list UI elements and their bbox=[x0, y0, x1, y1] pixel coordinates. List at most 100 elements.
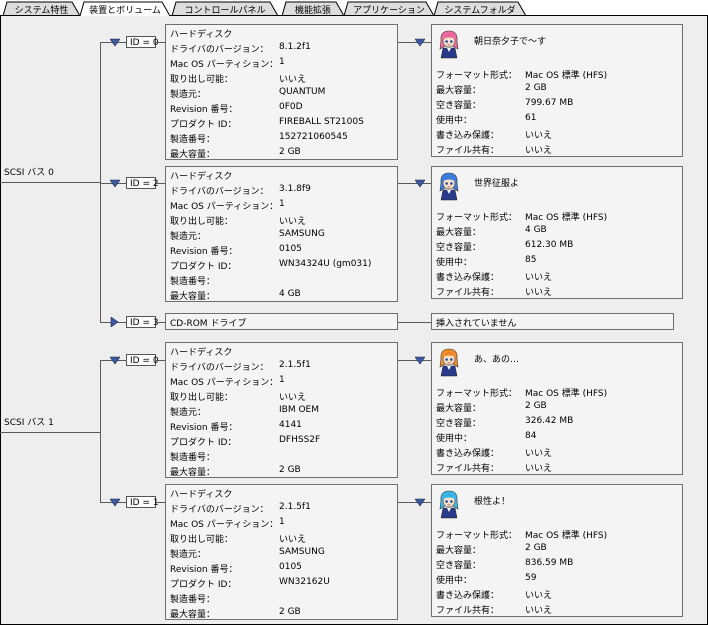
device-info-key: ドライバのバージョン： bbox=[170, 505, 269, 515]
device-info-key: Mac OS パーティション： bbox=[170, 378, 279, 388]
volume-avatar-icon bbox=[439, 348, 459, 377]
device-type-title: ハードディスク bbox=[170, 172, 233, 182]
device-info-key: ドライバのバージョン： bbox=[170, 363, 269, 373]
volume-info-key: 書き込み保護： bbox=[436, 131, 500, 141]
volume-info-panel: 世界征服よ フォーマット形式： Mac OS 標準 (HFS) 最大容量： 4 GB 空き… bbox=[431, 166, 683, 299]
volume-info-key: 書き込み保護： bbox=[436, 273, 500, 283]
device-info-value: WN32162U bbox=[279, 577, 330, 587]
volume-info-key: 最大容量： bbox=[436, 404, 482, 414]
volume-info-key: 最大容量： bbox=[436, 546, 482, 556]
device-info-value: 3.1.8f9 bbox=[279, 184, 311, 194]
device-info-value: 2.1.5f1 bbox=[279, 502, 311, 512]
tab-3[interactable]: コントロールパネル bbox=[172, 1, 278, 17]
volume-disclosure-triangle[interactable] bbox=[415, 179, 425, 189]
tab-2[interactable]: 装置とボリューム bbox=[80, 1, 170, 17]
volume-info-panel: 朝日奈夕子で～す フォーマット形式： Mac OS 標準 (HFS) 最大容量： 2 G… bbox=[431, 24, 683, 157]
id-to-info-line bbox=[156, 360, 165, 361]
volume-avatar-icon bbox=[439, 30, 459, 59]
device-disclosure-triangle[interactable] bbox=[110, 498, 120, 508]
device-info-value: 8.1.2f1 bbox=[279, 42, 311, 52]
device-info-key: Revision 番号： bbox=[170, 565, 238, 575]
volume-info-key: 使用中： bbox=[436, 576, 473, 586]
device-disclosure-triangle[interactable] bbox=[110, 38, 120, 48]
volume-disclosure-triangle[interactable] bbox=[415, 38, 425, 48]
device-info-value: 2.1.5f1 bbox=[279, 360, 311, 370]
id-to-info-line bbox=[156, 502, 165, 503]
volume-name: 朝日奈夕子で～す bbox=[474, 37, 547, 47]
volume-info-value: 4 GB bbox=[525, 225, 547, 235]
device-info-value: DFHSS2F bbox=[279, 435, 321, 445]
volume-info-panel: あ、あの… フォーマット形式： Mac OS 標準 (HFS) 最大容量： 2 GB 空き… bbox=[431, 342, 683, 475]
volume-info-value: 84 bbox=[525, 431, 537, 441]
device-info-value: 2 GB bbox=[279, 465, 301, 475]
volume-avatar-icon bbox=[439, 490, 459, 519]
device-disclosure-triangle[interactable] bbox=[110, 356, 120, 366]
device-info-key: 最大容量： bbox=[170, 292, 216, 302]
bus-connector bbox=[0, 182, 100, 183]
device-info-value: QUANTUM bbox=[279, 87, 326, 97]
volume-info-key: 使用中： bbox=[436, 434, 473, 444]
device-id-box: ID = 3 bbox=[126, 316, 159, 328]
device-info-value: 0105 bbox=[279, 562, 302, 572]
device-info-value: いいえ bbox=[279, 217, 307, 227]
volume-info-value: いいえ bbox=[525, 146, 553, 156]
bus-connector bbox=[0, 432, 100, 433]
device-disclosure-triangle[interactable] bbox=[110, 179, 120, 189]
device-info-key: 最大容量： bbox=[170, 468, 216, 478]
volume-info-value: 326.42 MB bbox=[525, 416, 574, 426]
volume-info-value: 799.67 MB bbox=[525, 98, 574, 108]
volume-info-value: いいえ bbox=[525, 273, 553, 283]
device-info-key: Revision 番号： bbox=[170, 105, 238, 115]
volume-disclosure-triangle[interactable] bbox=[415, 498, 425, 508]
volume-info-value: 59 bbox=[525, 573, 537, 583]
tab-1[interactable]: システム特性 bbox=[3, 1, 80, 17]
device-info-value: 0F0D bbox=[279, 102, 303, 112]
device-id-box: ID = 0 bbox=[126, 354, 159, 366]
device-info-key: 最大容量： bbox=[170, 150, 216, 160]
volume-info-key: 使用中： bbox=[436, 116, 473, 126]
bus-trunk bbox=[100, 360, 101, 503]
tab-6[interactable]: システムフォルダ bbox=[434, 1, 526, 17]
volume-info-value: いいえ bbox=[525, 449, 553, 459]
volume-info-key: フォーマット形式： bbox=[436, 389, 518, 399]
device-info-value: 1 bbox=[279, 517, 285, 527]
device-info-key: Mac OS パーティション： bbox=[170, 60, 279, 70]
device-disclosure-triangle[interactable] bbox=[110, 317, 120, 327]
device-info-value: SAMSUNG bbox=[279, 547, 325, 557]
device-info-value: 1 bbox=[279, 199, 285, 209]
volume-info-key: 空き容量： bbox=[436, 419, 482, 429]
bus-label: SCSI バス 0 bbox=[4, 168, 54, 178]
device-info-value: WN34324U (gm031) bbox=[279, 259, 372, 269]
tab-5[interactable]: アプリケーション bbox=[344, 1, 434, 17]
device-info-key: Mac OS パーティション： bbox=[170, 202, 279, 212]
device-type-title: ハードディスク bbox=[170, 30, 233, 40]
device-info-value: 0105 bbox=[279, 244, 302, 254]
device-type-title: ハードディスク bbox=[170, 348, 233, 358]
bus-label: SCSI バス 1 bbox=[4, 418, 54, 428]
device-info-key: プロダクト ID： bbox=[170, 580, 237, 590]
device-info-panel: ハードディスク ドライバのバージョン： 3.1.8f9 Mac OS パーティション：… bbox=[165, 166, 398, 302]
device-info-value: FIREBALL ST2100S bbox=[279, 117, 364, 127]
device-info-key: 最大容量： bbox=[170, 610, 216, 620]
volume-name: あ、あの… bbox=[474, 355, 520, 365]
volume-info-value: いいえ bbox=[525, 606, 553, 616]
volume-info-key: ファイル共有： bbox=[436, 288, 500, 298]
device-info-key: Revision 番号： bbox=[170, 247, 238, 257]
volume-disclosure-triangle[interactable] bbox=[415, 356, 425, 366]
device-info-key: 製造番号： bbox=[170, 135, 216, 145]
device-info-key: 取り出し可能： bbox=[170, 535, 234, 545]
volume-info-key: ファイル共有： bbox=[436, 146, 500, 156]
volume-info-value: 61 bbox=[525, 113, 537, 123]
device-info-key: 製造元： bbox=[170, 550, 207, 560]
volume-info-key: ファイル共有： bbox=[436, 464, 500, 474]
device-info-value: 4 GB bbox=[279, 289, 301, 299]
tab-4[interactable]: 機能拡張 bbox=[282, 1, 344, 17]
device-info-key: Revision 番号： bbox=[170, 423, 238, 433]
volume-info-key: 書き込み保護： bbox=[436, 591, 500, 601]
device-info-value: いいえ bbox=[279, 393, 307, 403]
volume-info-key: フォーマット形式： bbox=[436, 531, 518, 541]
device-info-key: プロダクト ID： bbox=[170, 120, 237, 130]
device-info-panel: ハードディスク ドライバのバージョン： 2.1.5f1 Mac OS パーティション：… bbox=[165, 484, 398, 620]
volume-info-key: 空き容量： bbox=[436, 561, 482, 571]
volume-info-key: 空き容量： bbox=[436, 101, 482, 111]
